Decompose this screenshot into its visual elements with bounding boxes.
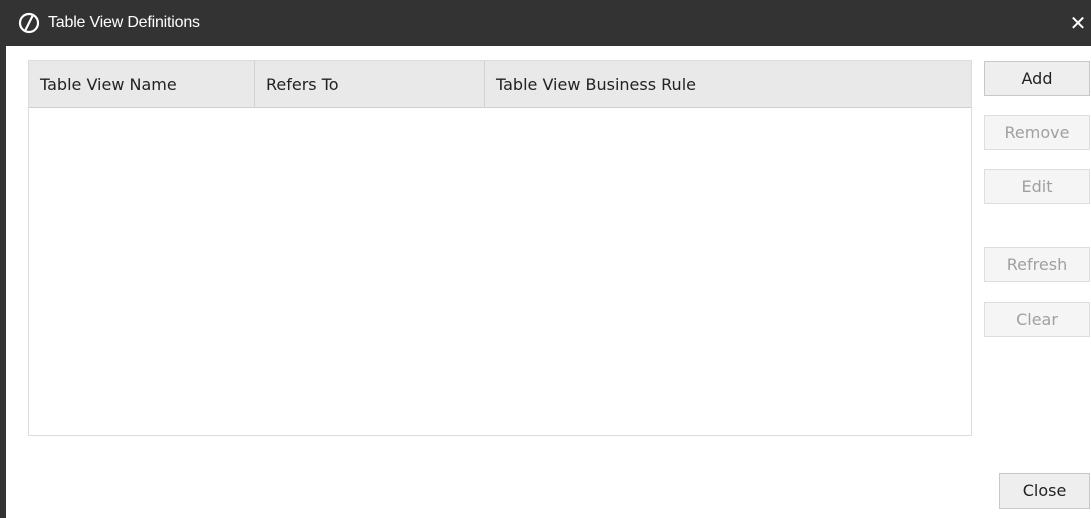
app-logo-icon — [18, 12, 40, 34]
remove-button[interactable]: Remove — [984, 115, 1090, 150]
title-bar[interactable]: Table View Definitions ✕ — [6, 0, 1091, 46]
clear-button[interactable]: Clear — [984, 302, 1090, 337]
table-view-definitions-dialog: Table View Definitions ✕ Table View Name… — [0, 0, 1091, 518]
add-button[interactable]: Add — [984, 61, 1090, 96]
refresh-button[interactable]: Refresh — [984, 247, 1090, 282]
table-body[interactable] — [29, 108, 971, 435]
table-header: Table View Name Refers To Table View Bus… — [29, 61, 971, 108]
edit-button[interactable]: Edit — [984, 169, 1090, 204]
column-header-table-view-name[interactable]: Table View Name — [29, 61, 255, 108]
table-view-grid[interactable]: Table View Name Refers To Table View Bus… — [28, 60, 972, 436]
close-icon[interactable]: ✕ — [1068, 13, 1088, 33]
column-header-refers-to[interactable]: Refers To — [255, 61, 485, 108]
window-title: Table View Definitions — [48, 14, 200, 31]
column-header-table-view-business-rule[interactable]: Table View Business Rule — [485, 61, 971, 108]
close-button[interactable]: Close — [999, 473, 1090, 509]
